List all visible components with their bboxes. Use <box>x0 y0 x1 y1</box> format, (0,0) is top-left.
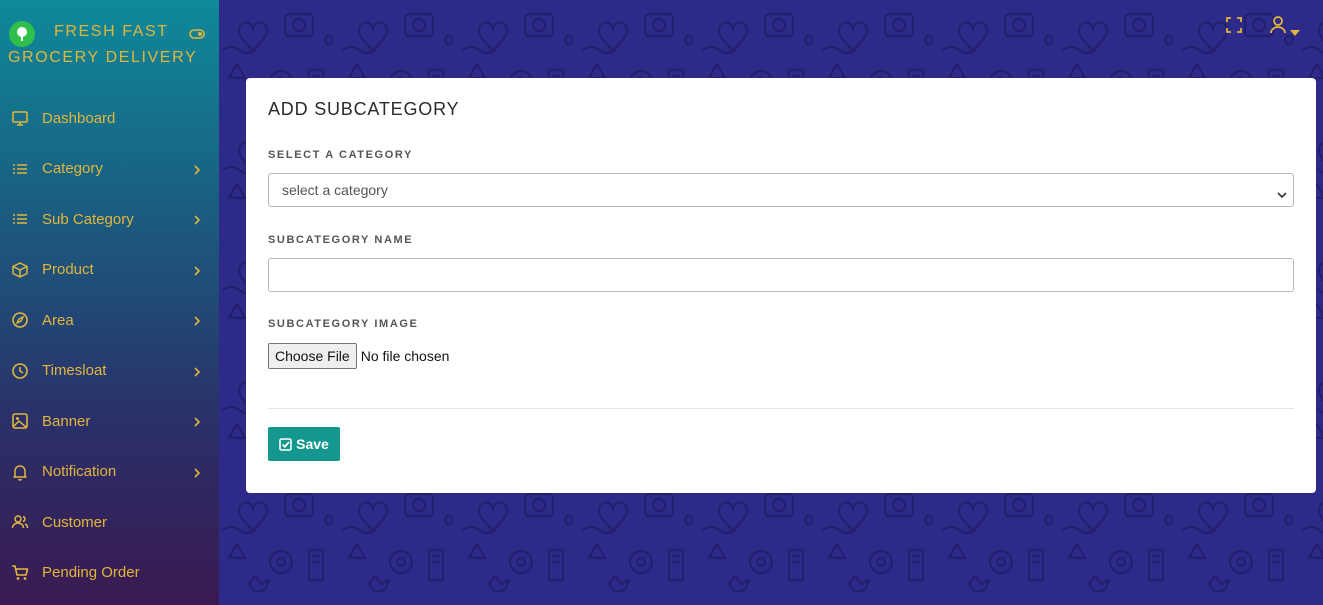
check-square-icon <box>279 437 292 451</box>
sidebar-item-label: Product <box>42 261 94 279</box>
clock-icon <box>11 362 29 380</box>
sidebar-item-category[interactable]: Category <box>0 144 219 195</box>
list-icon <box>11 210 29 228</box>
sidebar-item-banner[interactable]: Banner <box>0 396 219 447</box>
sidebar-item-label: Customer <box>42 513 108 531</box>
fullscreen-icon[interactable] <box>1225 16 1243 34</box>
sidebar-item-label: Category <box>42 160 103 178</box>
chevron-right-icon <box>192 264 202 276</box>
sidebar-toggle-icon[interactable] <box>189 27 205 39</box>
file-status: No file chosen <box>360 348 450 364</box>
category-select-value: select a category <box>282 182 388 198</box>
sidebar-item-timesloat[interactable]: Timesloat <box>0 346 219 397</box>
sidebar-item-product[interactable]: Product <box>0 245 219 296</box>
chevron-down-icon <box>1277 186 1287 199</box>
sidebar-item-customer[interactable]: Customer <box>0 497 219 548</box>
sidebar-item-label: Dashboard <box>42 109 116 127</box>
topbar-icons <box>1223 14 1323 38</box>
sidebar-item-label: Timesloat <box>42 362 107 380</box>
sidebar-item-sub-category[interactable]: Sub Category <box>0 194 219 245</box>
category-select[interactable]: select a category <box>268 173 1294 207</box>
sidebar-item-notification[interactable]: Notification <box>0 447 219 498</box>
user-icon[interactable] <box>1269 15 1287 35</box>
subcategory-image-label: SUBCATEGORY IMAGE <box>268 318 419 330</box>
chevron-right-icon <box>192 163 202 175</box>
subcategory-name-label: SUBCATEGORY NAME <box>268 234 414 246</box>
sidebar-item-label: Sub Category <box>42 210 134 228</box>
form-divider <box>268 408 1294 409</box>
monitor-icon <box>11 109 29 127</box>
file-input: Choose File No file chosen <box>268 343 449 369</box>
bell-icon <box>11 463 29 481</box>
chevron-right-icon <box>192 415 202 427</box>
leaf-logo-icon <box>9 21 35 47</box>
brand-name-line2: GROCERY DELIVERY <box>8 49 198 66</box>
add-subcategory-card: ADD SUBCATEGORY SELECT A CATEGORY select… <box>246 78 1316 493</box>
sidebar-item-dashboard[interactable]: Dashboard <box>0 93 219 144</box>
sidebar: FRESH FAST GROCERY DELIVERY Dashboard Ca… <box>0 0 219 605</box>
sidebar-item-label: Notification <box>42 463 117 481</box>
save-button[interactable]: Save <box>268 427 340 461</box>
chevron-right-icon <box>192 213 202 225</box>
sidebar-item-pending-order[interactable]: Pending Order <box>0 548 219 599</box>
users-icon <box>11 513 29 531</box>
chevron-right-icon <box>192 365 202 377</box>
image-icon <box>11 412 29 430</box>
sidebar-item-label: Banner <box>42 412 91 430</box>
compass-icon <box>11 311 29 329</box>
chevron-right-icon <box>192 314 202 326</box>
caret-down-icon[interactable] <box>1290 23 1300 36</box>
page-title: ADD SUBCATEGORY <box>268 99 460 119</box>
sidebar-item-area[interactable]: Area <box>0 295 219 346</box>
sidebar-nav: Dashboard Category Sub Category Product … <box>0 93 219 598</box>
cart-icon <box>11 564 29 582</box>
brand: FRESH FAST GROCERY DELIVERY <box>0 0 219 80</box>
chevron-right-icon <box>192 466 202 478</box>
choose-file-button[interactable]: Choose File <box>268 343 357 369</box>
subcategory-name-input[interactable] <box>268 258 1294 292</box>
list-icon <box>11 160 29 178</box>
save-button-label: Save <box>296 436 329 452</box>
sidebar-item-label: Area <box>42 311 74 329</box>
brand-name-line1: FRESH FAST <box>54 23 169 40</box>
package-icon <box>11 261 29 279</box>
category-label: SELECT A CATEGORY <box>268 149 413 161</box>
sidebar-item-label: Pending Order <box>42 564 140 582</box>
